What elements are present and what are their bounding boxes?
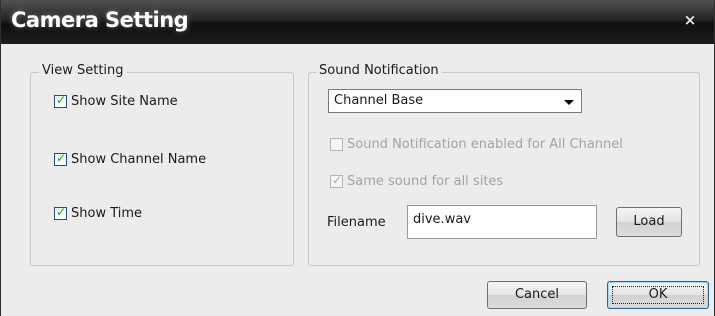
all-channel-checkbox[interactable]: Sound Notification enabled for All Chann… xyxy=(330,137,623,152)
checkbox-box[interactable] xyxy=(54,205,67,220)
show-channel-name-checkbox[interactable]: Show Channel Name xyxy=(54,151,207,167)
checkbox-box[interactable] xyxy=(54,151,67,166)
all-channel-label: Sound Notification enabled for All Chann… xyxy=(347,137,623,152)
same-sound-checkbox[interactable]: Same sound for all sites xyxy=(330,173,504,189)
show-site-name-checkbox[interactable]: Show Site Name xyxy=(54,93,178,109)
load-button[interactable]: Load xyxy=(616,207,682,237)
chevron-down-icon[interactable] xyxy=(564,100,574,105)
notification-mode-value: Channel Base xyxy=(334,93,424,108)
checkbox-box[interactable] xyxy=(54,93,67,108)
close-icon[interactable]: × xyxy=(681,11,699,29)
title-bar: Camera Setting × xyxy=(1,0,714,44)
show-channel-name-label: Show Channel Name xyxy=(71,152,207,167)
ok-button[interactable]: OK xyxy=(607,281,709,309)
filename-value: dive.wav xyxy=(413,212,471,227)
view-setting-legend: View Setting xyxy=(39,63,127,78)
sound-notification-legend: Sound Notification xyxy=(316,63,442,78)
cancel-button-label: Cancel xyxy=(514,287,560,302)
camera-setting-dialog: Camera Setting × View Setting Show Site … xyxy=(0,0,715,316)
show-time-label: Show Time xyxy=(71,206,143,221)
checkbox-box[interactable] xyxy=(330,173,343,188)
dialog-title: Camera Setting xyxy=(11,8,189,32)
cancel-button[interactable]: Cancel xyxy=(487,281,587,309)
filename-label: Filename xyxy=(327,215,386,230)
same-sound-label: Same sound for all sites xyxy=(347,174,504,189)
filename-input[interactable]: dive.wav xyxy=(407,205,597,239)
show-time-checkbox[interactable]: Show Time xyxy=(54,205,143,221)
show-site-name-label: Show Site Name xyxy=(71,94,178,109)
checkbox-box[interactable] xyxy=(330,138,343,151)
notification-mode-select[interactable]: Channel Base xyxy=(328,89,582,113)
load-button-label: Load xyxy=(633,214,665,229)
ok-button-label: OK xyxy=(648,287,668,302)
